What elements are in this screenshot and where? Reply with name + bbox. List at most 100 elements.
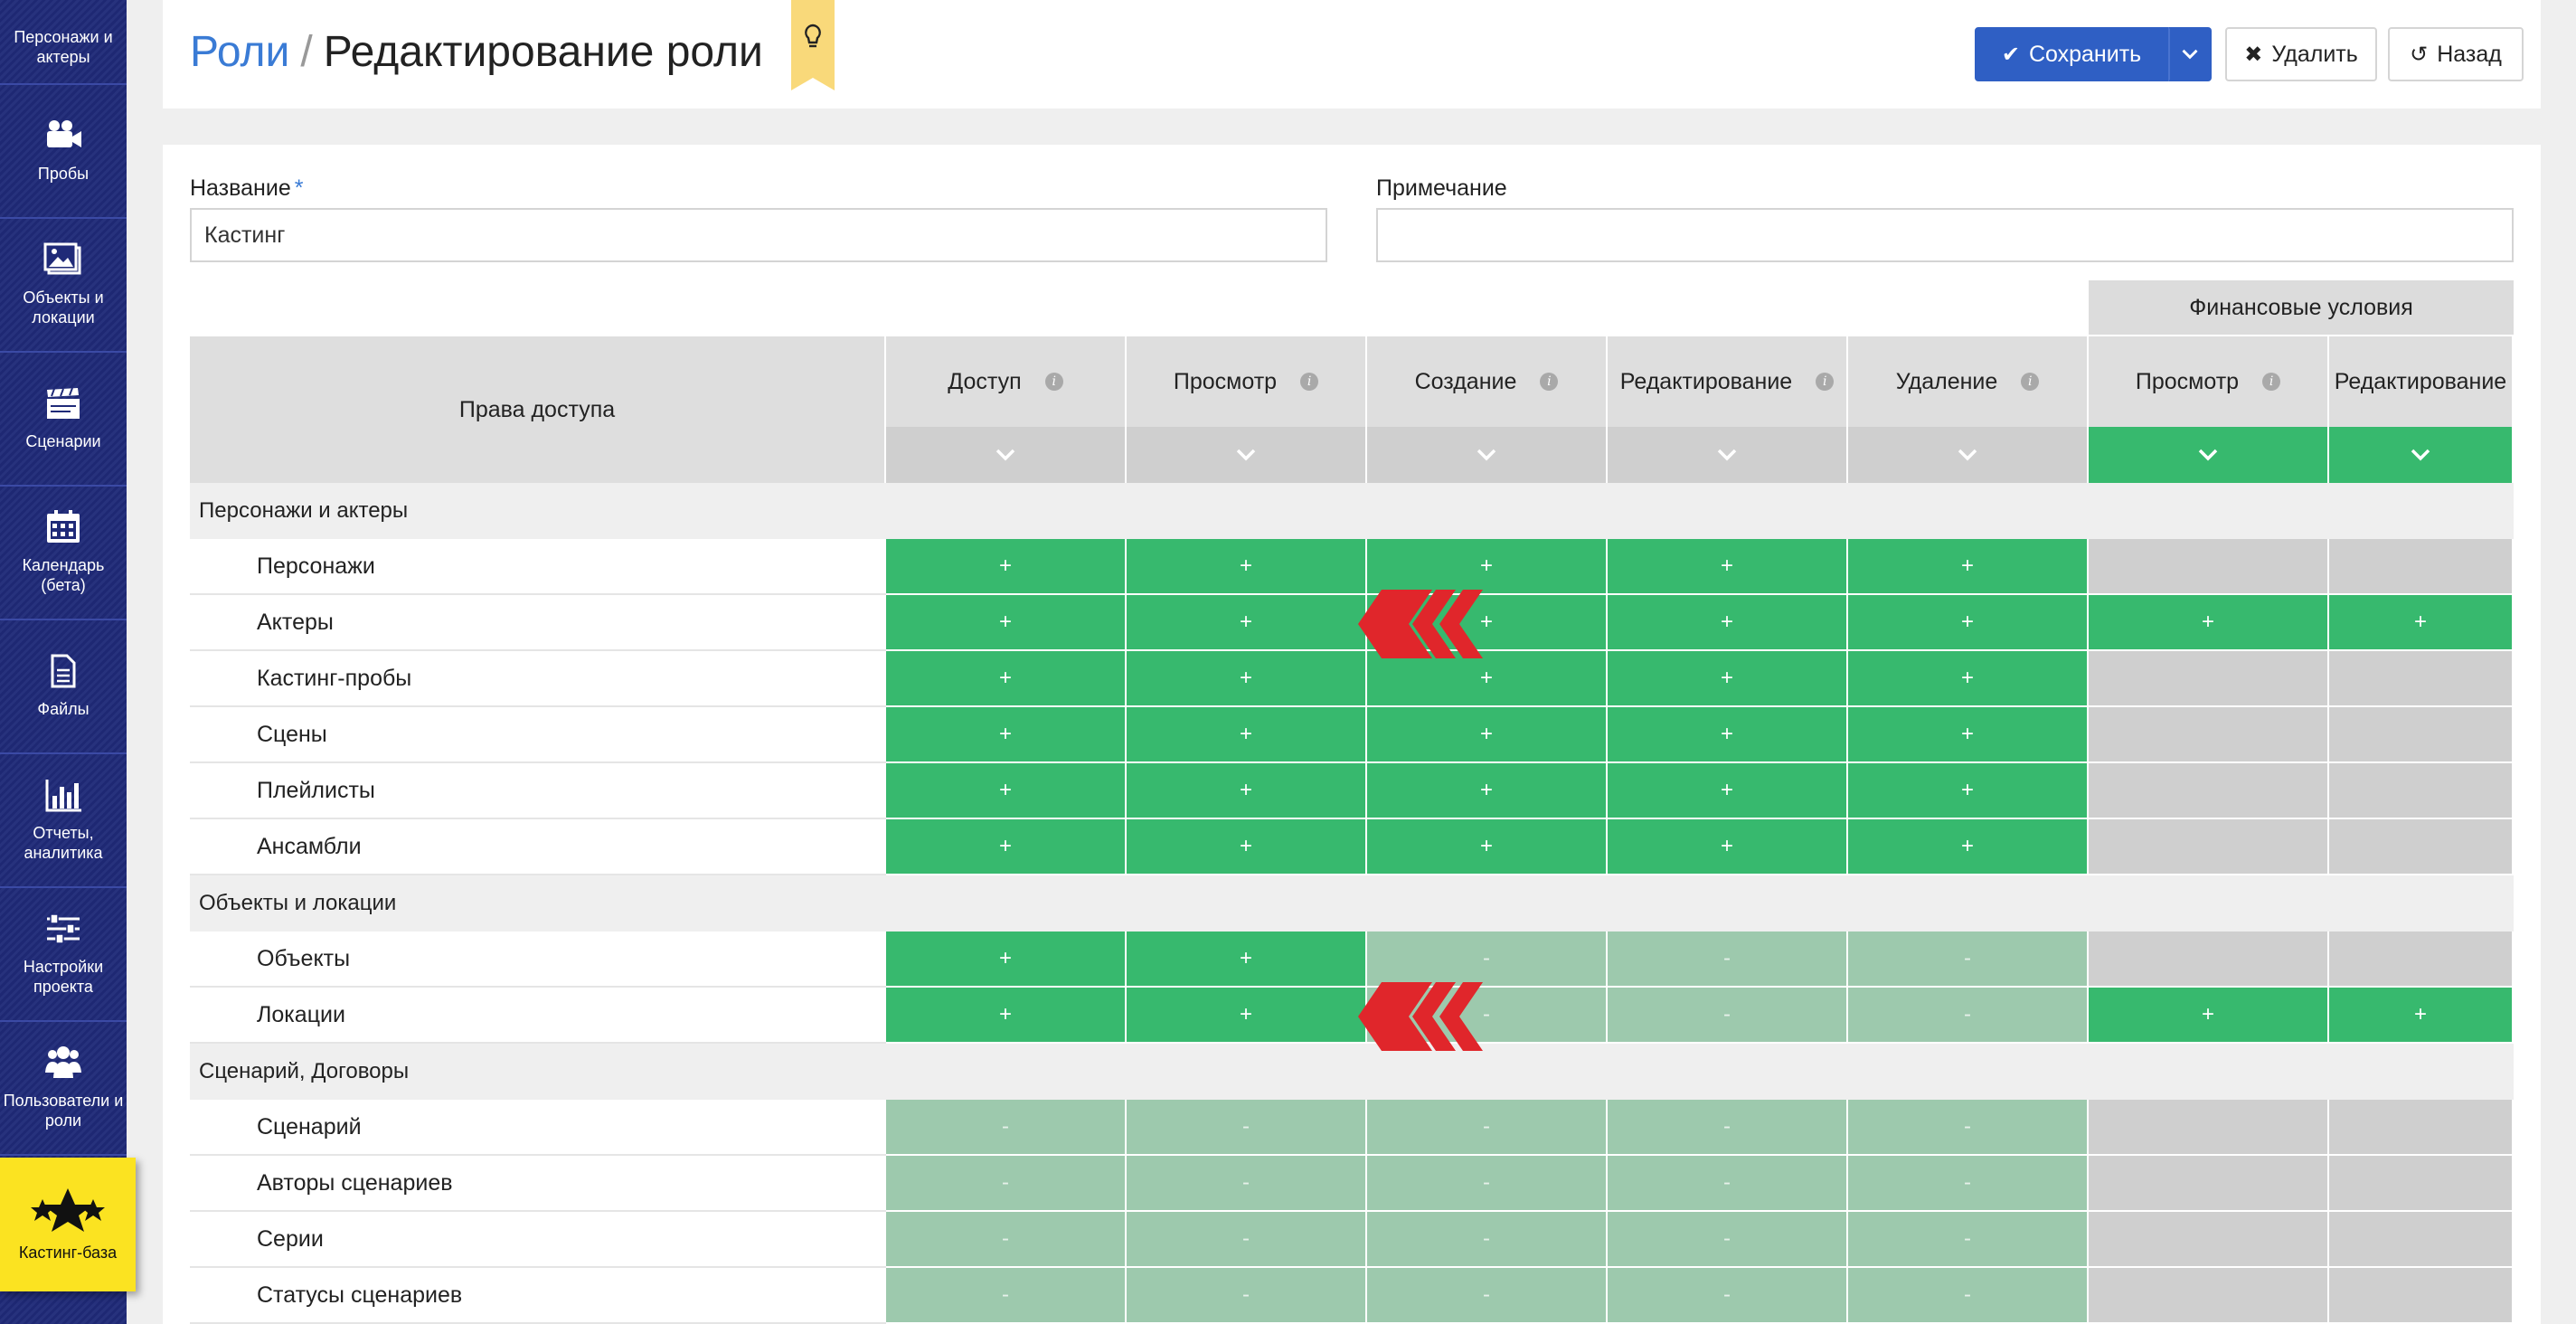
permission-cell[interactable]: +: [886, 707, 1127, 763]
permission-cell[interactable]: +: [2089, 988, 2329, 1044]
permission-cell[interactable]: -: [886, 1156, 1127, 1212]
permission-cell[interactable]: [2329, 707, 2514, 763]
permission-cell[interactable]: [2329, 1156, 2514, 1212]
column-toggle[interactable]: [2329, 427, 2514, 483]
permission-cell[interactable]: -: [1608, 932, 1848, 988]
permission-cell[interactable]: [2089, 932, 2329, 988]
permission-cell[interactable]: +: [1127, 651, 1367, 707]
permission-cell[interactable]: +: [1608, 819, 1848, 875]
permission-cell[interactable]: [2089, 1156, 2329, 1212]
permission-cell[interactable]: -: [1127, 1212, 1367, 1268]
permission-cell[interactable]: -: [1848, 1156, 2089, 1212]
permission-cell[interactable]: -: [1848, 1212, 2089, 1268]
permission-cell[interactable]: +: [886, 819, 1127, 875]
permission-cell[interactable]: +: [1367, 707, 1608, 763]
permission-cell[interactable]: [2329, 932, 2514, 988]
permission-cell[interactable]: -: [1127, 1268, 1367, 1324]
permission-cell[interactable]: [2329, 1212, 2514, 1268]
permission-cell[interactable]: [2329, 819, 2514, 875]
permission-cell[interactable]: +: [1127, 539, 1367, 595]
sidebar-item-project-settings[interactable]: Настройки проекта: [0, 888, 127, 1022]
permission-cell[interactable]: -: [1848, 988, 2089, 1044]
permission-cell[interactable]: -: [1848, 1268, 2089, 1324]
permission-cell[interactable]: -: [1127, 1156, 1367, 1212]
delete-button[interactable]: ✖ Удалить: [2225, 27, 2377, 81]
permission-cell[interactable]: +: [1848, 707, 2089, 763]
permission-cell[interactable]: +: [1127, 819, 1367, 875]
permission-cell[interactable]: +: [1608, 763, 1848, 819]
permission-cell[interactable]: +: [1127, 763, 1367, 819]
info-icon[interactable]: i: [2021, 373, 2040, 391]
permission-cell[interactable]: [2329, 763, 2514, 819]
permission-cell[interactable]: +: [1367, 819, 1608, 875]
sidebar-item-auditions[interactable]: Пробы: [0, 85, 127, 219]
permission-cell[interactable]: +: [2329, 988, 2514, 1044]
info-icon[interactable]: i: [2262, 373, 2281, 391]
permission-cell[interactable]: -: [886, 1212, 1127, 1268]
permission-cell[interactable]: [2089, 819, 2329, 875]
permission-cell[interactable]: +: [2089, 595, 2329, 651]
sidebar-item-files[interactable]: Файлы: [0, 620, 127, 754]
permission-cell[interactable]: +: [1848, 651, 2089, 707]
save-options-dropdown[interactable]: [2168, 27, 2212, 81]
name-input[interactable]: [190, 208, 1327, 262]
permission-cell[interactable]: [2089, 707, 2329, 763]
permission-cell[interactable]: +: [1127, 707, 1367, 763]
permission-cell[interactable]: [2089, 539, 2329, 595]
permission-cell[interactable]: +: [1848, 539, 2089, 595]
permission-cell[interactable]: +: [1608, 707, 1848, 763]
permission-cell[interactable]: +: [1367, 539, 1608, 595]
permission-cell[interactable]: -: [1127, 1100, 1367, 1156]
info-icon[interactable]: i: [1540, 373, 1559, 391]
permission-cell[interactable]: +: [1608, 651, 1848, 707]
permission-cell[interactable]: -: [1608, 988, 1848, 1044]
column-toggle[interactable]: [2089, 427, 2329, 483]
permission-cell[interactable]: -: [1608, 1212, 1848, 1268]
permission-cell[interactable]: -: [1367, 1156, 1608, 1212]
permission-cell[interactable]: +: [886, 595, 1127, 651]
sidebar-item-scripts[interactable]: Сценарии: [0, 353, 127, 487]
permission-cell[interactable]: [2329, 1100, 2514, 1156]
permission-cell[interactable]: +: [1608, 539, 1848, 595]
permission-cell[interactable]: +: [886, 988, 1127, 1044]
permission-cell[interactable]: -: [1367, 932, 1608, 988]
permission-cell[interactable]: +: [886, 763, 1127, 819]
info-icon[interactable]: i: [1044, 373, 1063, 391]
permission-cell[interactable]: +: [1608, 595, 1848, 651]
sidebar-item-calendar[interactable]: Календарь (бета): [0, 487, 127, 620]
column-toggle[interactable]: [1367, 427, 1608, 483]
permission-cell[interactable]: [2329, 651, 2514, 707]
save-button[interactable]: ✔ Сохранить: [1975, 27, 2168, 81]
info-icon[interactable]: i: [1300, 373, 1319, 391]
column-toggle[interactable]: [1608, 427, 1848, 483]
permission-cell[interactable]: [2089, 651, 2329, 707]
column-toggle[interactable]: [1127, 427, 1367, 483]
sidebar-item-users-roles[interactable]: Пользователи и роли: [0, 1022, 127, 1156]
permission-cell[interactable]: +: [1367, 763, 1608, 819]
permission-cell[interactable]: +: [1848, 595, 2089, 651]
permission-cell[interactable]: +: [1127, 595, 1367, 651]
breadcrumb-roles-link[interactable]: Роли: [190, 28, 289, 76]
permission-cell[interactable]: +: [1848, 763, 2089, 819]
permission-cell[interactable]: -: [886, 1100, 1127, 1156]
permission-cell[interactable]: [2089, 1268, 2329, 1324]
permission-cell[interactable]: -: [1848, 1100, 2089, 1156]
permission-cell[interactable]: +: [886, 932, 1127, 988]
back-button[interactable]: ↺ Назад: [2388, 27, 2524, 81]
permission-cell[interactable]: [2089, 763, 2329, 819]
permission-cell[interactable]: +: [1367, 651, 1608, 707]
sidebar-item-casting-base[interactable]: Кастинг-база: [0, 1158, 136, 1291]
column-toggle[interactable]: [1848, 427, 2089, 483]
permission-cell[interactable]: +: [1127, 988, 1367, 1044]
permission-cell[interactable]: [2089, 1100, 2329, 1156]
column-toggle[interactable]: [886, 427, 1127, 483]
note-input[interactable]: [1376, 208, 2514, 262]
permission-cell[interactable]: [2329, 1268, 2514, 1324]
permission-cell[interactable]: +: [886, 651, 1127, 707]
sidebar-item-characters-actors[interactable]: Персонажи и актеры: [0, 0, 127, 85]
hint-bookmark[interactable]: [791, 0, 835, 90]
info-icon[interactable]: i: [1816, 373, 1835, 391]
permission-cell[interactable]: +: [1127, 932, 1367, 988]
permission-cell[interactable]: -: [1608, 1156, 1848, 1212]
permission-cell[interactable]: [2329, 539, 2514, 595]
